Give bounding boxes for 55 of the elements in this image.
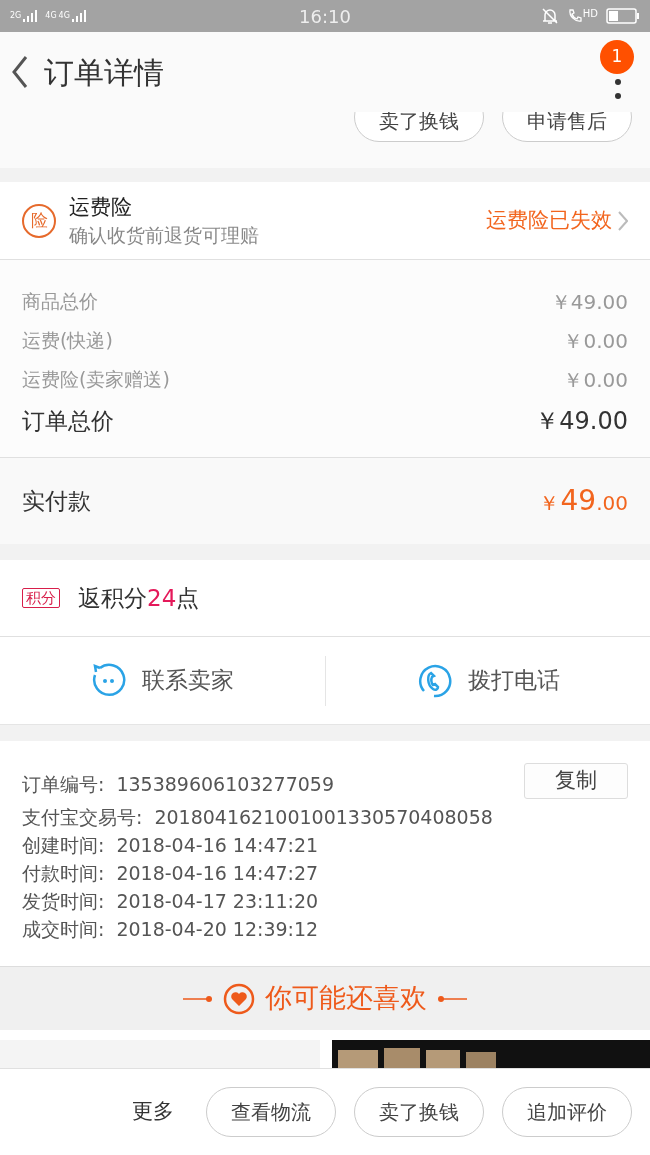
- network-label: 4G: [45, 10, 57, 22]
- signal-icon: [71, 10, 86, 22]
- contact-button[interactable]: 联系卖家: [90, 662, 235, 699]
- divider-ornament-icon: [437, 994, 467, 1003]
- network-label: 4G: [58, 10, 70, 22]
- info-label: 发货时间:: [22, 888, 105, 914]
- more-button[interactable]: 更多: [132, 1096, 174, 1128]
- points-badge: 积分: [22, 588, 60, 608]
- info-label: 支付宝交易号:: [22, 804, 143, 830]
- action-button[interactable]: 申请售后: [502, 112, 632, 142]
- price-value: ￥49.00: [550, 288, 628, 316]
- paid-amount: ￥49.00: [538, 483, 628, 519]
- info-value: 2018-04-16 14:47:27: [116, 860, 319, 886]
- hd-label: HD: [582, 6, 598, 21]
- info-label: 成交时间:: [22, 916, 105, 942]
- phone-icon: [566, 8, 583, 24]
- info-value: 2018041621001001330570408058: [154, 804, 493, 830]
- info-label: 付款时间:: [22, 860, 105, 886]
- network-label: 2G: [10, 10, 22, 22]
- chevron-right-icon: [618, 210, 628, 231]
- insurance-row[interactable]: 险 运费险 确认收货前退货可理赔 运费险已失效: [0, 182, 650, 260]
- info-label: 创建时间:: [22, 832, 105, 858]
- info-value: 2018-04-17 23:11:20: [116, 888, 319, 914]
- points-text: 返积分24点: [78, 583, 200, 613]
- bell-muted-icon: [540, 7, 559, 25]
- page-title: 订单详情: [44, 53, 164, 92]
- signal-icon: [23, 10, 38, 22]
- info-value: 135389606103277059: [116, 771, 334, 797]
- total-value: ￥49.00: [535, 406, 628, 437]
- copy-button[interactable]: 复制: [524, 763, 628, 799]
- status-time: 16:10: [298, 4, 352, 29]
- info-value: 2018-04-16 14:47:21: [116, 832, 319, 858]
- action-button[interactable]: 查看物流: [206, 1087, 336, 1137]
- insurance-title: 运费险: [69, 193, 133, 221]
- insurance-subtitle: 确认收货前退货可理赔: [69, 222, 259, 248]
- chat-bubble-icon: [90, 662, 127, 699]
- paid-label: 实付款: [22, 486, 91, 516]
- insurance-badge: 险: [22, 203, 56, 238]
- divider-ornament-icon: [183, 994, 213, 1003]
- price-label: 运费险(卖家赠送): [22, 367, 170, 393]
- info-label: 订单编号:: [22, 771, 105, 797]
- info-value: 2018-04-20 12:39:12: [116, 916, 319, 942]
- price-label: 运费(快递): [22, 328, 113, 354]
- battery-icon: [606, 8, 640, 24]
- contact-button[interactable]: 拨打电话: [415, 662, 560, 699]
- price-value: ￥0.00: [563, 327, 628, 355]
- action-button[interactable]: 卖了换钱: [354, 112, 484, 142]
- action-button[interactable]: 卖了换钱: [354, 1087, 484, 1137]
- notification-badge: 1: [600, 40, 634, 74]
- total-label: 订单总价: [22, 406, 114, 436]
- insurance-status: 运费险已失效: [486, 206, 612, 234]
- price-value: ￥0.00: [563, 366, 628, 394]
- price-label: 商品总价: [22, 289, 98, 315]
- action-button[interactable]: 追加评价: [502, 1087, 632, 1137]
- recommend-title: 你可能还喜欢: [265, 981, 427, 1016]
